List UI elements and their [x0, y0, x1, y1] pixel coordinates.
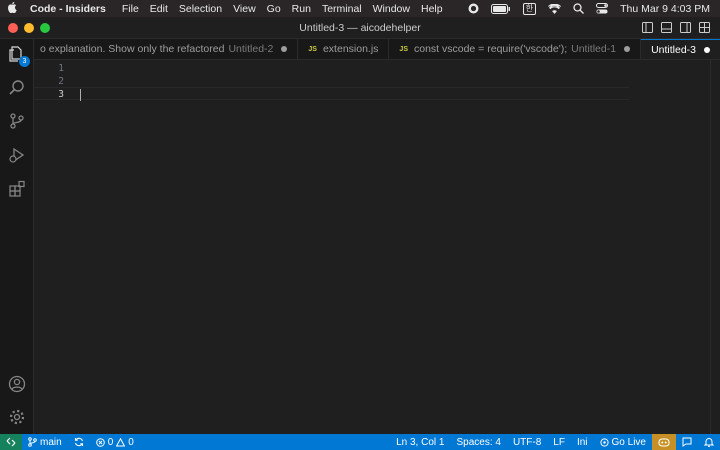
editor-area[interactable]: 1 2 3 [34, 60, 720, 434]
apple-icon[interactable] [0, 1, 24, 16]
battery-icon[interactable] [490, 3, 511, 15]
editor-tab-bar: o explanation. Show only the refactored … [34, 39, 720, 60]
search-icon[interactable] [6, 77, 28, 99]
encoding[interactable]: UTF-8 [507, 437, 547, 448]
menu-view[interactable]: View [233, 3, 264, 15]
modified-dot-icon[interactable] [624, 46, 631, 52]
language-mode[interactable]: Ini [571, 437, 594, 448]
record-icon[interactable] [468, 3, 479, 15]
menu-selection[interactable]: Selection [179, 3, 230, 15]
go-live-button[interactable]: Go Live [594, 437, 652, 448]
branch-name: main [40, 436, 62, 448]
menubar-clock[interactable]: Thu Mar 9 4:03 PM [620, 3, 710, 15]
window-title: Untitled-3 — aicodehelper [299, 21, 421, 34]
branch-indicator[interactable]: main [22, 437, 68, 448]
menu-file[interactable]: File [122, 3, 147, 15]
extensions-icon[interactable] [6, 178, 28, 200]
sync-icon[interactable] [68, 437, 90, 447]
indentation[interactable]: Spaces: 4 [450, 437, 506, 448]
menu-edit[interactable]: Edit [150, 3, 176, 15]
editor-line[interactable]: 1 [34, 62, 629, 75]
remote-window-icon[interactable] [0, 434, 22, 450]
end-of-line[interactable]: LF [547, 437, 571, 448]
feedback-icon[interactable] [676, 437, 698, 447]
tab-extension-js[interactable]: JS extension.js [298, 39, 390, 59]
tab-label: const vscode = require('vscode'); [413, 43, 568, 55]
modified-dot-icon[interactable] [704, 46, 711, 53]
line-number: 3 [58, 89, 64, 100]
accounts-icon[interactable] [6, 373, 28, 395]
spotlight-search-icon[interactable] [573, 3, 585, 15]
menu-go[interactable]: Go [267, 3, 289, 15]
javascript-file-icon: JS [308, 45, 317, 53]
activity-bar: 3 [0, 39, 34, 434]
zoom-window-button[interactable] [40, 22, 50, 33]
run-debug-icon[interactable] [6, 144, 28, 166]
modified-dot-icon[interactable] [281, 46, 288, 52]
toggle-panel-icon[interactable] [661, 22, 672, 33]
copilot-icon[interactable] [652, 434, 676, 450]
tab-untitled-3[interactable]: Untitled-3 [641, 39, 720, 59]
error-icon [95, 437, 105, 447]
go-live-label: Go Live [611, 436, 646, 448]
javascript-file-icon: JS [399, 45, 408, 53]
window-titlebar: Untitled-3 — aicodehelper [0, 17, 720, 39]
manage-gear-icon[interactable] [6, 406, 28, 428]
tab-label: Untitled-3 [651, 43, 697, 56]
status-bar: main 0 0 Ln 3, Col 1 Spaces: 4 UTF-8 LF … [0, 434, 720, 450]
warning-icon [116, 437, 126, 446]
source-control-icon[interactable] [6, 110, 28, 132]
menu-window[interactable]: Window [373, 3, 418, 15]
notifications-bell-icon[interactable] [698, 437, 720, 447]
toggle-secondary-sidebar-icon[interactable] [680, 22, 691, 33]
tab-untitled-1[interactable]: JS const vscode = require('vscode'); Unt… [389, 39, 642, 59]
menu-run[interactable]: Run [292, 3, 319, 15]
wifi-icon[interactable] [548, 3, 562, 15]
close-window-button[interactable] [8, 22, 18, 33]
error-count: 0 [107, 436, 114, 448]
minimize-window-button[interactable] [24, 22, 34, 33]
cursor-position[interactable]: Ln 3, Col 1 [390, 437, 450, 448]
macos-menubar: Code - Insiders File Edit Selection View… [0, 0, 720, 17]
explorer-badge: 3 [19, 56, 30, 67]
text-cursor [80, 89, 81, 101]
tab-description: Untitled-1 [571, 43, 617, 55]
tab-label: o explanation. Show only the refactored [40, 43, 225, 55]
toggle-primary-sidebar-icon[interactable] [642, 22, 653, 33]
tab-untitled-2[interactable]: o explanation. Show only the refactored … [34, 39, 299, 59]
input-source-icon[interactable]: 한 [522, 2, 537, 15]
warning-count: 0 [128, 436, 134, 448]
explorer-icon[interactable]: 3 [6, 43, 30, 67]
editor-scrollbar[interactable] [710, 60, 720, 434]
control-center-icon[interactable] [596, 3, 609, 15]
menu-app-name[interactable]: Code - Insiders [30, 3, 114, 15]
tab-description: Untitled-2 [228, 43, 274, 55]
window-controls [0, 22, 50, 33]
broadcast-icon [599, 437, 609, 447]
problems-indicator[interactable]: 0 0 [90, 437, 140, 448]
editor-current-line[interactable]: 3 [34, 87, 629, 101]
git-branch-icon [28, 437, 37, 447]
menu-help[interactable]: Help [421, 3, 451, 15]
tab-label: extension.js [322, 43, 379, 55]
line-number: 1 [58, 63, 64, 74]
menu-terminal[interactable]: Terminal [322, 3, 370, 15]
customize-layout-icon[interactable] [699, 22, 710, 33]
